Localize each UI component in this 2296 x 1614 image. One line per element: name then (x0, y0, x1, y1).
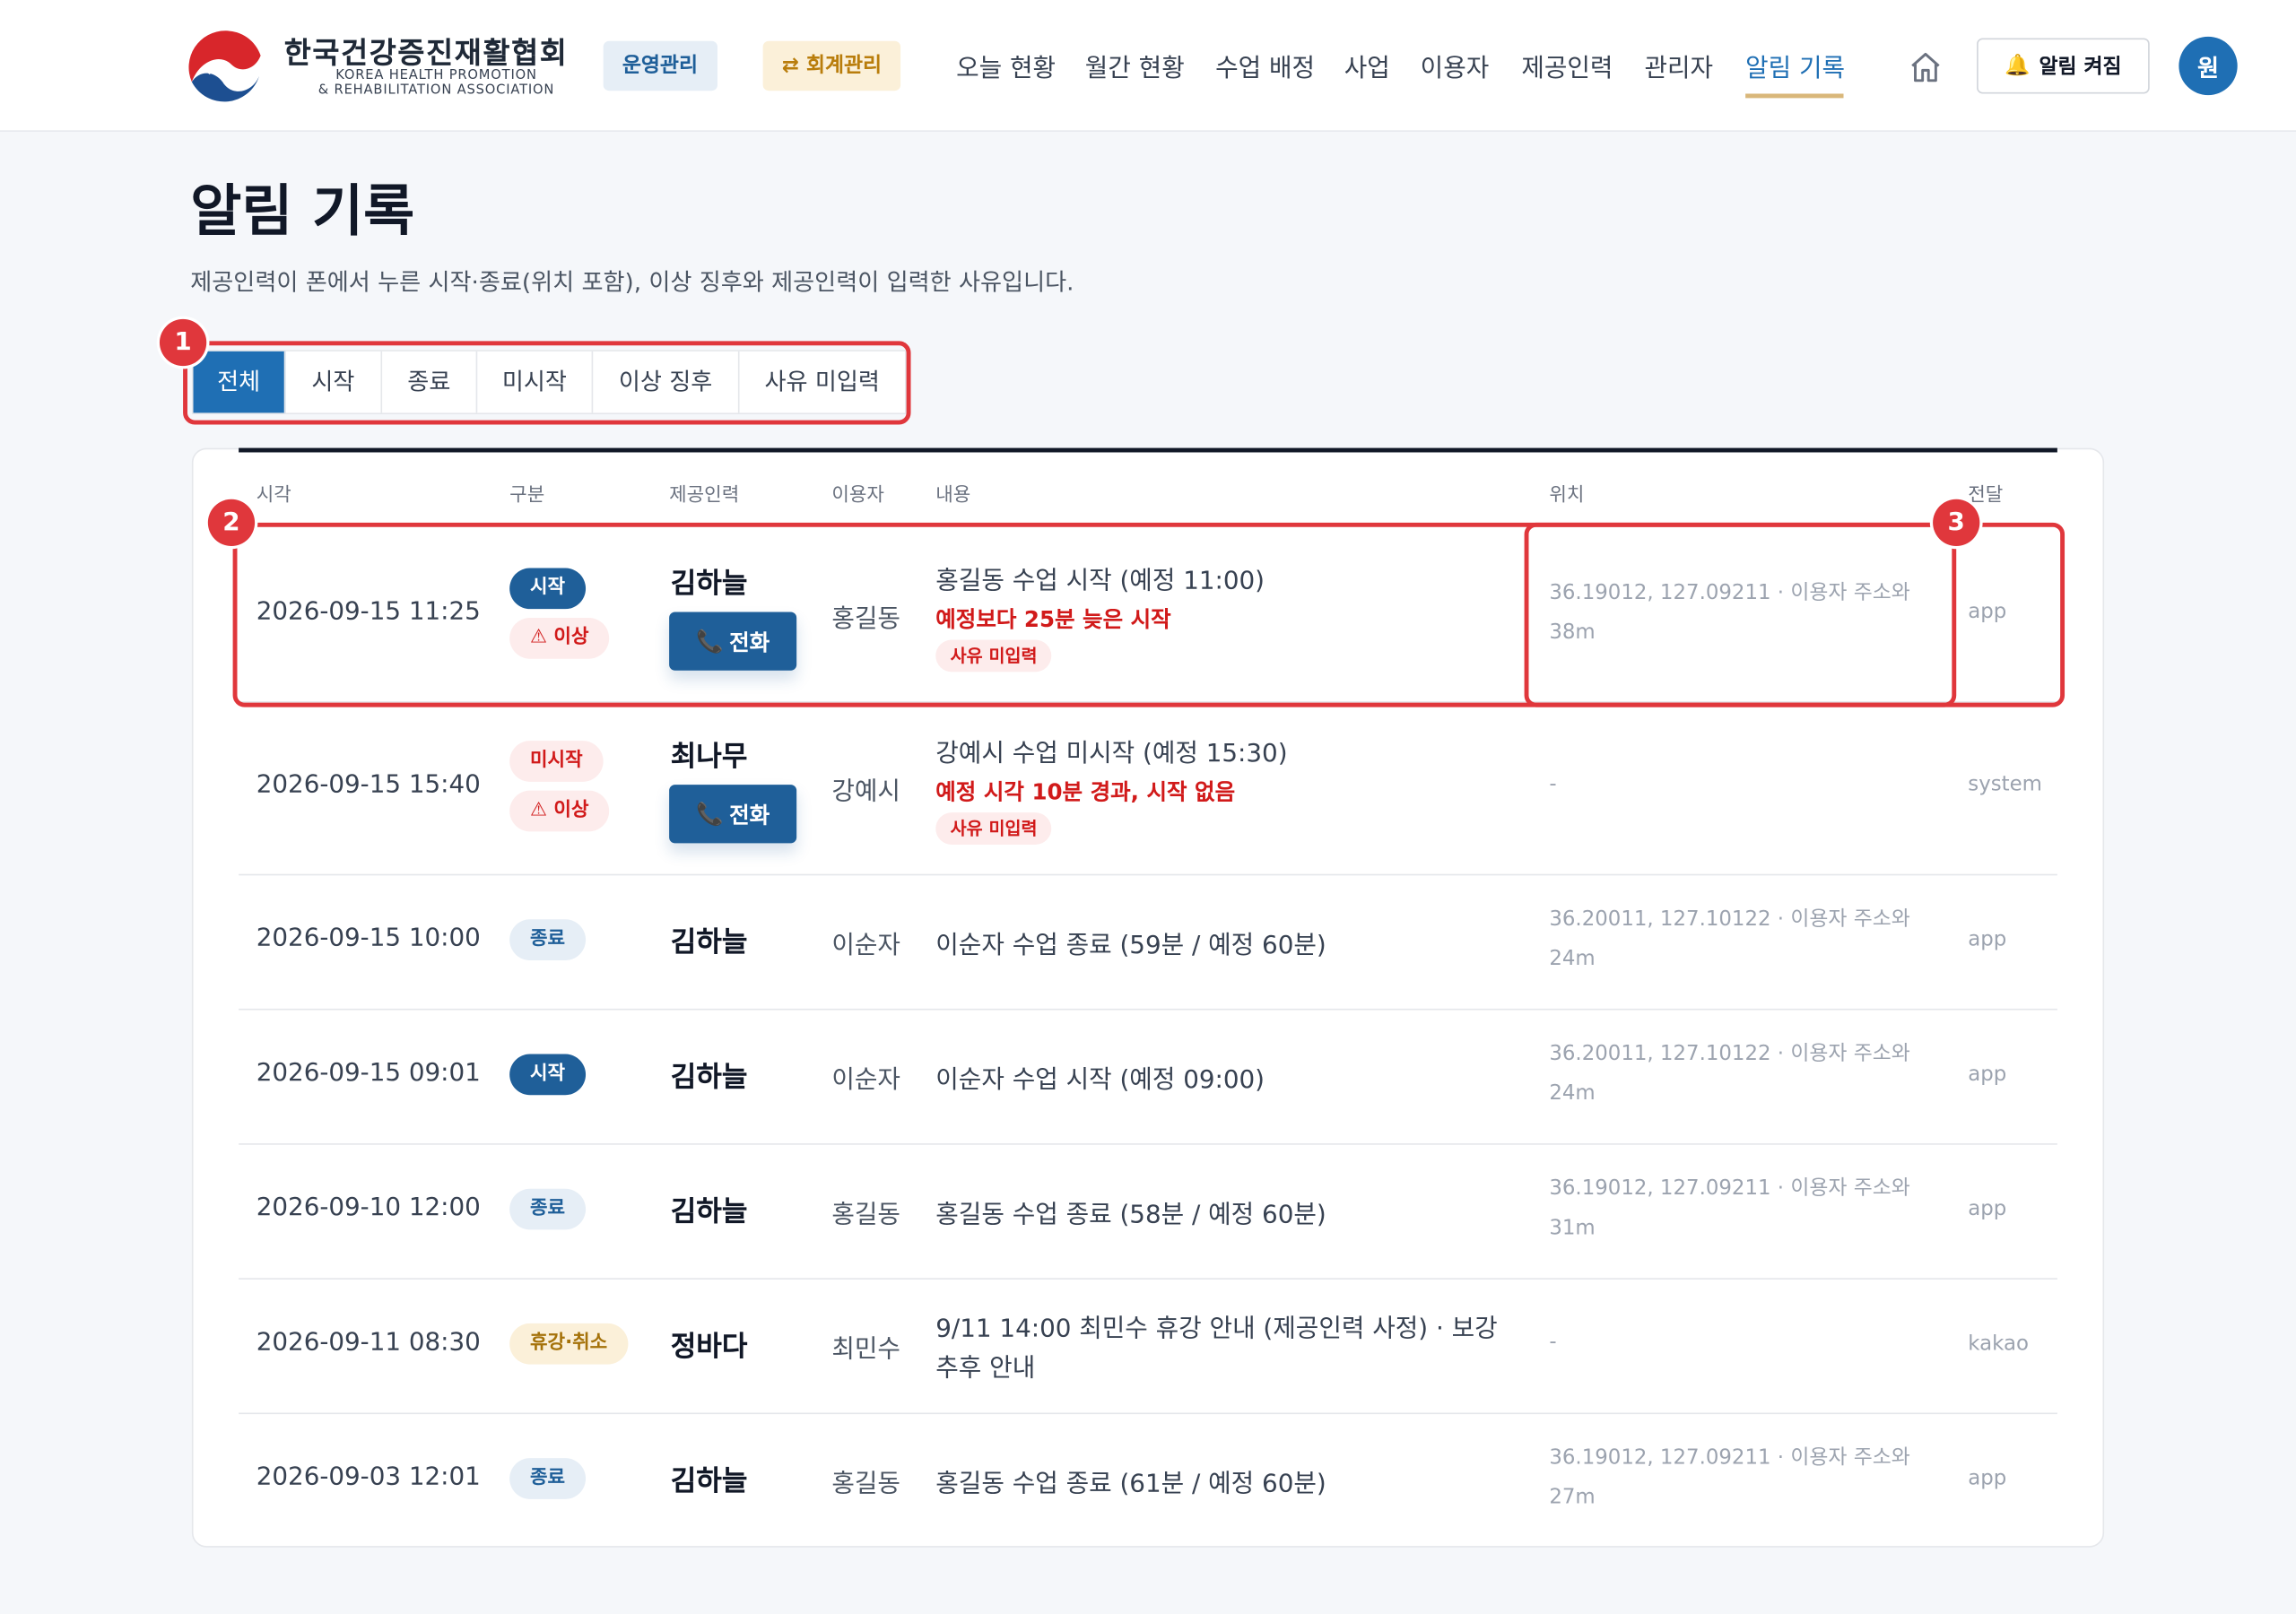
row-time: 2026-09-15 15:40 (256, 769, 481, 800)
row-channel: app (1968, 928, 2007, 952)
table-top-rule (239, 447, 2057, 453)
nav-today-status[interactable]: 오늘 현황 (956, 47, 1056, 83)
row-location: - (1549, 1331, 1557, 1355)
row-time: 2026-09-15 09:01 (256, 1058, 481, 1089)
row-time: 2026-09-10 12:00 (256, 1193, 481, 1223)
table-row[interactable]: 2026-09-10 12:00 종료 김하늘 홍길동 홍길동 수업 종료 (5… (239, 1145, 2057, 1280)
nav-projects[interactable]: 사업 (1344, 47, 1390, 83)
row-time: 2026-09-03 12:01 (256, 1462, 481, 1492)
provider-name: 김하늘 (670, 1061, 748, 1094)
row-channel: app (1968, 1197, 2007, 1221)
status-badge-start: 시작 (509, 1054, 586, 1096)
call-provider-button[interactable]: 📞 전화 (669, 785, 797, 844)
page-title: 알림 기록 (190, 178, 415, 244)
logo-english-line2: & REHABILITATION ASSOCIATION (317, 83, 555, 99)
user-name: 홍길동 (831, 1470, 900, 1499)
status-badge-anomaly: ⚠ 이상 (509, 790, 610, 832)
row-warning: 예정 시각 10분 경과, 시작 없음 (935, 778, 1236, 805)
callout-number-3: 3 (1933, 499, 1980, 546)
user-avatar[interactable]: 원 (2179, 36, 2238, 96)
nav-providers[interactable]: 제공인력 (1521, 47, 1613, 83)
row-content: 홍길동 수업 종료 (58분 / 예정 60분) (935, 1200, 1326, 1230)
nav-alert-log[interactable]: 알림 기록 (1745, 47, 1845, 83)
row-channel: app (1968, 1466, 2007, 1491)
bell-icon: 🔔 (2005, 54, 2031, 78)
col-header-user: 이용자 (831, 484, 884, 507)
col-header-channel: 전달 (1968, 484, 2004, 507)
table-row[interactable]: 2026-09-15 15:40 미시작 ⚠ 이상 최나무 📞 전화 강예시 강… (239, 703, 2057, 876)
row-time: 2026-09-15 10:00 (256, 924, 481, 953)
col-header-location: 위치 (1549, 484, 1585, 507)
row-content: 이순자 수업 종료 (59분 / 예정 60분) (935, 931, 1326, 961)
page-description: 제공인력이 폰에서 누른 시작·종료(위치 포함), 이상 징후와 제공인력이 … (190, 267, 1074, 296)
callout-number-2: 2 (207, 499, 256, 546)
top-header: 한국건강증진재활협회 KOREA HEALTH PROMOTION & REHA… (0, 0, 2296, 132)
callout-box-filter-tabs (183, 341, 911, 425)
row-content: 홍길동 수업 종료 (61분 / 예정 60분) (935, 1470, 1326, 1499)
phone-icon: 📞 (696, 801, 724, 828)
col-header-content: 내용 (935, 484, 971, 507)
provider-name: 정바다 (670, 1331, 748, 1363)
nav-admins[interactable]: 관리자 (1644, 47, 1713, 83)
row-location: 36.20011, 127.10122 · 이용자 주소와 24m (1549, 907, 1910, 971)
provider-name: 김하늘 (670, 1465, 748, 1498)
col-header-provider: 제공인력 (669, 484, 740, 507)
operations-menu-button[interactable]: 운영관리 (603, 40, 718, 91)
status-badge-end: 종료 (509, 1458, 586, 1499)
callout-number-1: 1 (159, 318, 207, 367)
row-location: 36.19012, 127.09211 · 이용자 주소와 31m (1549, 1176, 1910, 1240)
association-logo-icon[interactable] (187, 30, 264, 106)
table-row[interactable]: 2026-09-15 09:01 시작 김하늘 이순자 이순자 수업 시작 (예… (239, 1011, 2057, 1145)
logo-english-line1: KOREA HEALTH PROMOTION (335, 68, 537, 84)
user-name: 강예시 (831, 777, 900, 807)
nav-class-assignment[interactable]: 수업 배정 (1215, 47, 1315, 83)
callout-box-location (1524, 522, 1957, 707)
user-name: 이순자 (831, 931, 900, 961)
row-channel: kakao (1968, 1332, 2029, 1356)
logo-english-name: KOREA HEALTH PROMOTION & REHABILITATION … (293, 69, 580, 99)
user-name: 홍길동 (831, 1200, 900, 1230)
call-button-label: 전화 (729, 801, 770, 829)
user-name: 최민수 (831, 1334, 900, 1365)
table-row[interactable]: 2026-09-11 08:30 휴강·취소 정바다 최민수 9/11 14:0… (239, 1280, 2057, 1415)
table-row[interactable]: 2026-09-03 12:01 종료 김하늘 홍길동 홍길동 수업 종료 (6… (239, 1414, 2057, 1540)
no-reason-tag: 사유 미입력 (935, 812, 1052, 846)
row-location: 36.20011, 127.10122 · 이용자 주소와 24m (1549, 1042, 1910, 1106)
status-badge-cancelled: 휴강·취소 (509, 1323, 629, 1365)
row-content: 강예시 수업 미시작 (예정 15:30) (935, 739, 1288, 769)
row-channel: app (1968, 1063, 2007, 1087)
logo-korean-name: 한국건강증진재활협회 (283, 35, 569, 71)
row-location: - (1549, 773, 1557, 797)
status-badge-end: 종료 (509, 1188, 586, 1230)
user-name: 이순자 (831, 1065, 900, 1096)
alerts-toggle-label: 알림 켜짐 (2039, 56, 2122, 80)
provider-name: 최나무 (670, 741, 748, 774)
col-header-time: 시각 (256, 484, 291, 507)
home-icon[interactable] (1908, 50, 1943, 85)
nav-monthly-status[interactable]: 월간 현황 (1085, 47, 1185, 83)
provider-name: 김하늘 (670, 1195, 748, 1228)
table-row[interactable]: 2026-09-15 10:00 종료 김하늘 이순자 이순자 수업 종료 (5… (239, 875, 2057, 1011)
provider-name: 김하늘 (670, 926, 748, 959)
status-badge-end: 종료 (509, 919, 586, 961)
row-time: 2026-09-11 08:30 (256, 1327, 481, 1358)
alerts-toggle-button[interactable]: 🔔 알림 켜짐 (1977, 38, 2150, 94)
row-content: 이순자 수업 시작 (예정 09:00) (935, 1065, 1265, 1096)
status-badge-not-started: 미시작 (509, 741, 604, 782)
col-header-type: 구분 (509, 484, 545, 507)
active-nav-indicator (1745, 93, 1844, 99)
row-content: 9/11 14:00 최민수 휴강 안내 (제공인력 사정) · 보강 (935, 1315, 1498, 1344)
nav-users[interactable]: 이용자 (1421, 47, 1490, 83)
row-channel: system (1968, 773, 2042, 797)
row-content-line2: 추후 안내 (935, 1354, 1036, 1384)
accounting-menu-button[interactable]: ⇄ 회계관리 (762, 40, 901, 91)
row-location: 36.19012, 127.09211 · 이용자 주소와 27m (1549, 1446, 1910, 1510)
